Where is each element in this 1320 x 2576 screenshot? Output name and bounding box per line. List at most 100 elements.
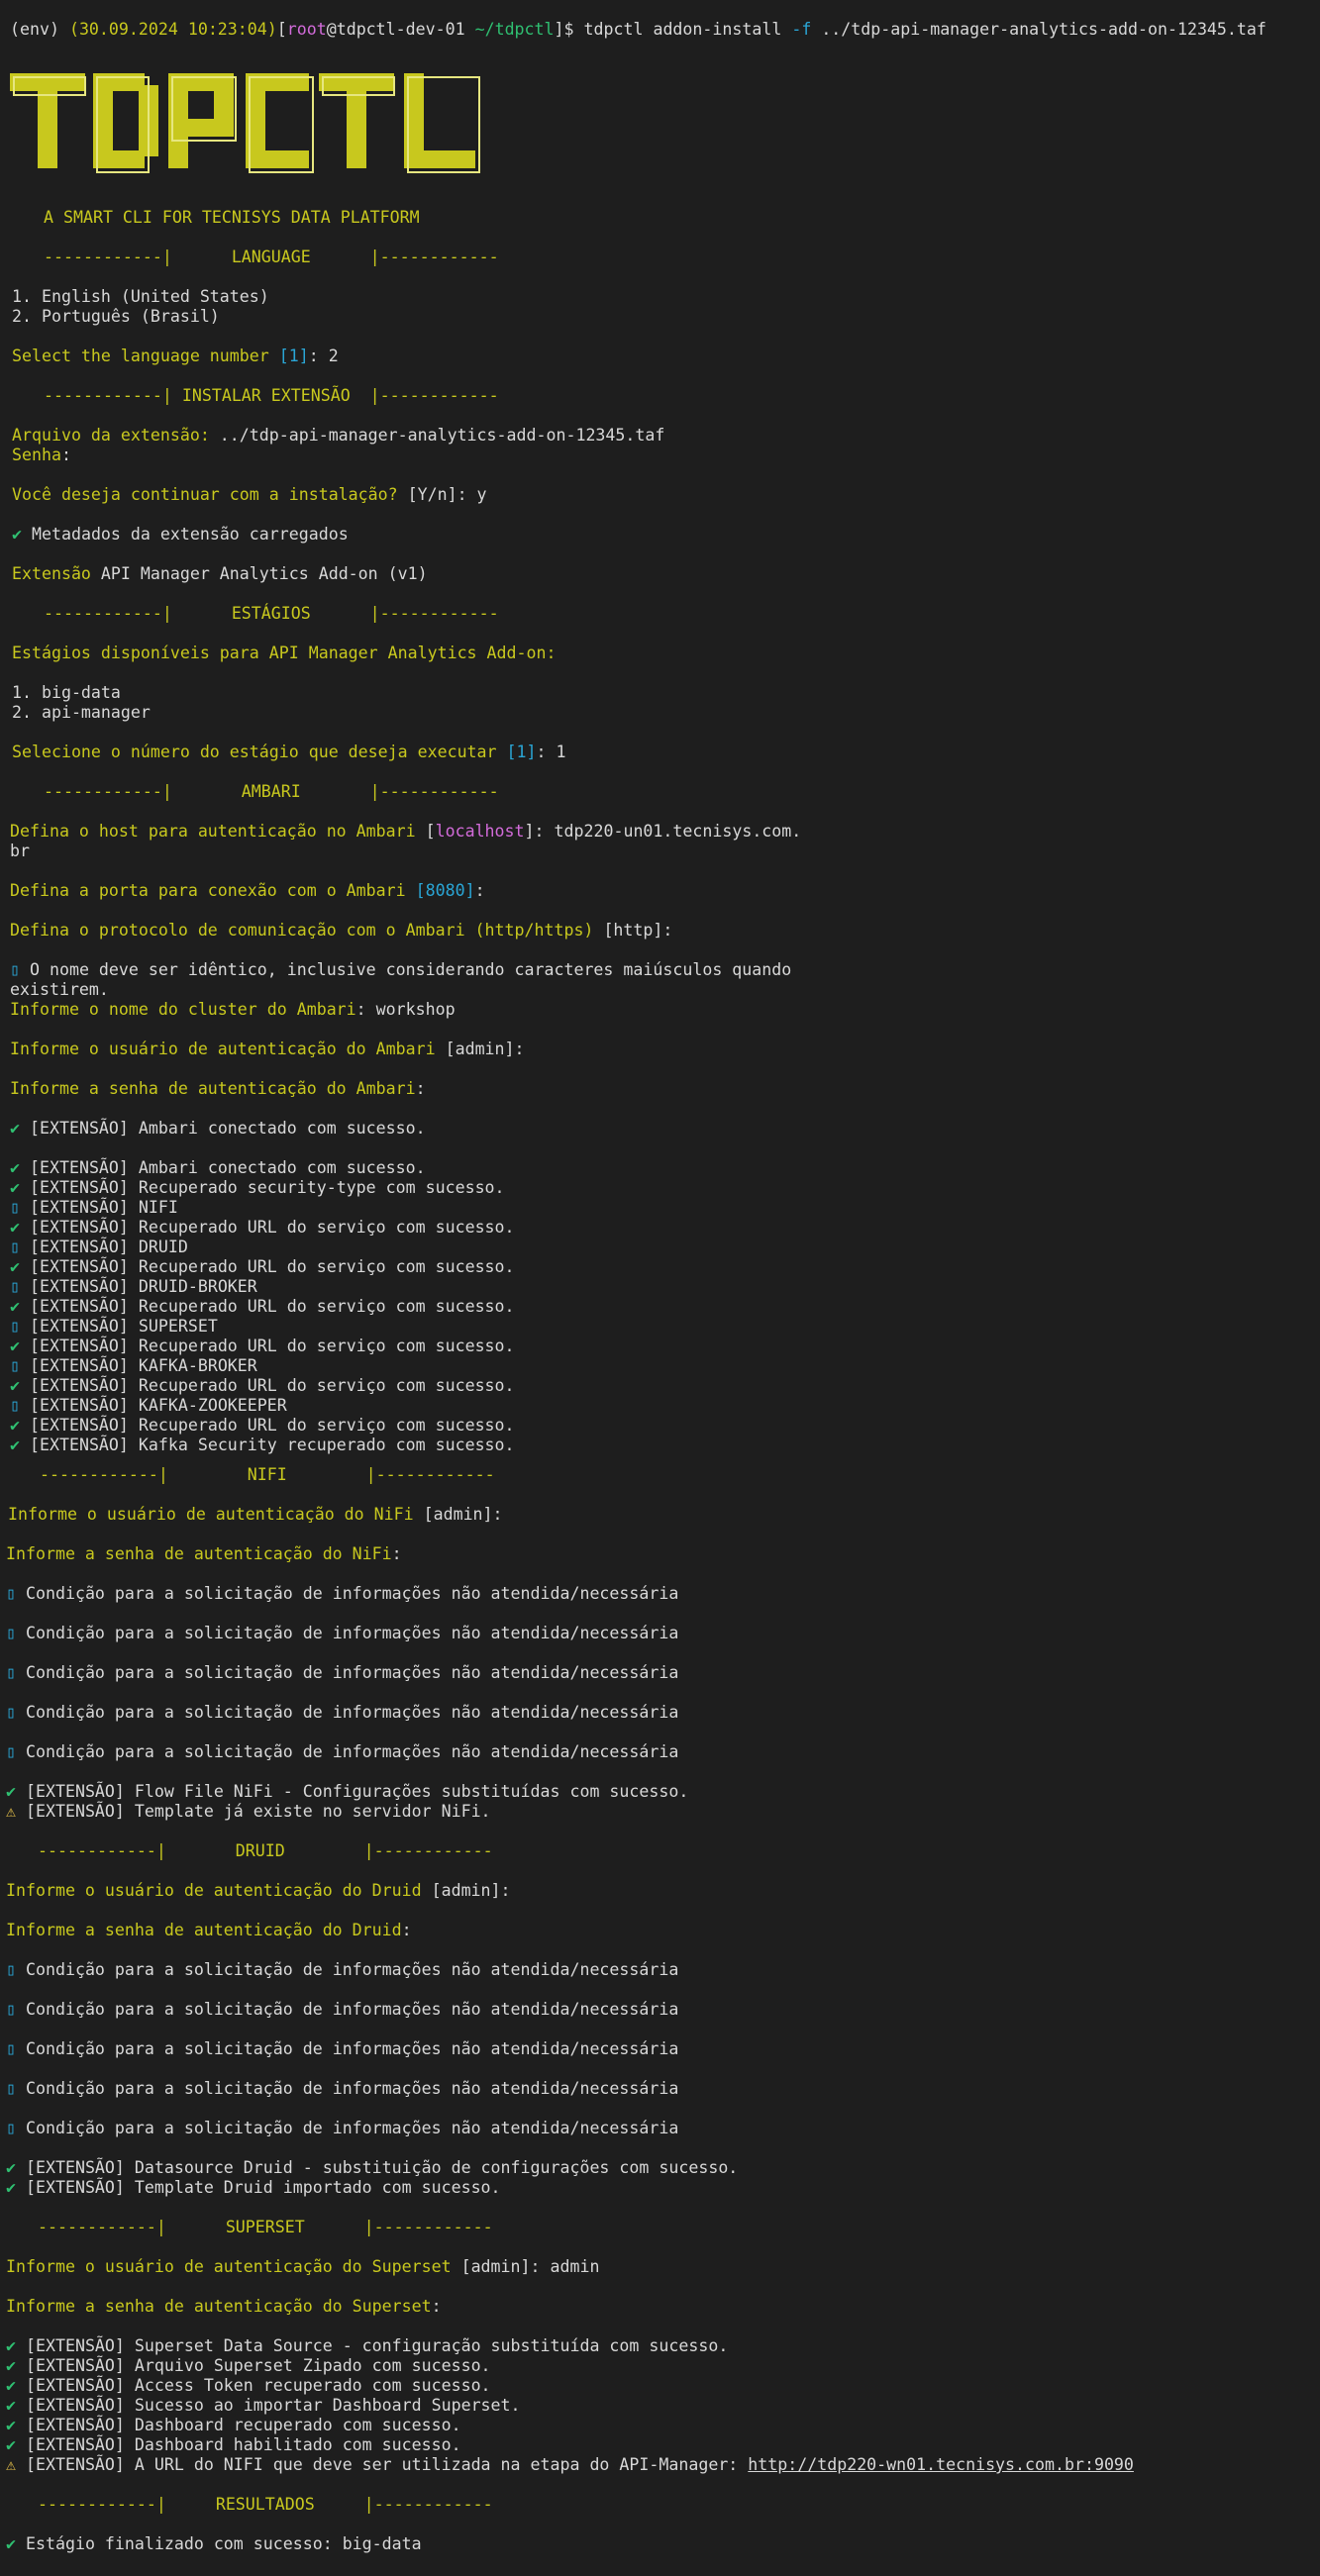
check-icon: ✔ xyxy=(6,2416,16,2434)
check-icon: ✔ xyxy=(12,525,22,544)
language-option: 1. English (United States) xyxy=(12,287,269,306)
info-icon: ▯ xyxy=(6,1960,16,1979)
check-icon: ✔ xyxy=(10,1416,20,1435)
ambari-log-line: ▯ [EXTENSÃO] NIFI xyxy=(10,1198,178,1217)
check-icon: ✔ xyxy=(6,1782,16,1801)
stage-option: 1. big-data xyxy=(12,683,121,702)
info-icon: ▯ xyxy=(6,1584,16,1603)
superset-url-line: ⚠ [EXTENSÃO] A URL do NIFI que deve ser … xyxy=(6,2455,1134,2474)
ambari-note-wrap: existirem. xyxy=(10,980,109,999)
druid-log-line: ✔ [EXTENSÃO] Datasource Druid - substitu… xyxy=(6,2158,739,2177)
info-icon: ▯ xyxy=(10,1198,20,1217)
ambari-log-line: ✔ [EXTENSÃO] Recuperado URL do serviço c… xyxy=(10,1297,515,1316)
info-icon: ▯ xyxy=(10,960,20,979)
druid-condition-line: ▯ Condição para a solicitação de informa… xyxy=(6,2000,679,2019)
nifi-condition-line: ▯ Condição para a solicitação de informa… xyxy=(6,1663,679,1682)
terminal-window: (env) (30.09.2024 10:23:04)[root@tdpctl-… xyxy=(0,0,1320,2576)
ambari-log-line: ✔ [EXTENSÃO] Recuperado URL do serviço c… xyxy=(10,1416,515,1435)
check-icon: ✔ xyxy=(10,1158,20,1177)
ambari-log-line: ▯ [EXTENSÃO] KAFKA-BROKER xyxy=(10,1356,257,1375)
ambari-log-line: ▯ [EXTENSÃO] DRUID xyxy=(10,1238,188,1256)
druid-condition-line: ▯ Condição para a solicitação de informa… xyxy=(6,2079,679,2098)
warning-icon: ⚠ xyxy=(6,1802,16,1821)
info-icon: ▯ xyxy=(10,1396,20,1415)
ambari-log-line: ▯ [EXTENSÃO] DRUID-BROKER xyxy=(10,1277,257,1296)
ambari-log-line: ✔ [EXTENSÃO] Recuperado URL do serviço c… xyxy=(10,1257,515,1276)
check-icon: ✔ xyxy=(6,2356,16,2375)
nifi-password-line: Informe a senha de autenticação do NiFi: xyxy=(6,1544,402,1563)
druid-condition-line: ▯ Condição para a solicitação de informa… xyxy=(6,2119,679,2137)
section-druid: ------------| DRUID |------------ xyxy=(38,1841,493,1860)
check-icon: ✔ xyxy=(6,2158,16,2177)
nifi-template-line: ⚠ [EXTENSÃO] Template já existe no servi… xyxy=(6,1802,491,1821)
druid-log-line: ✔ [EXTENSÃO] Template Druid importado co… xyxy=(6,2178,501,2197)
tdpctl-logo xyxy=(10,67,505,184)
section-language: ------------| LANGUAGE |------------ xyxy=(44,248,499,266)
ambari-cluster-line: Informe o nome do cluster do Ambari: wor… xyxy=(10,1000,456,1019)
section-ambari: ------------| AMBARI |------------ xyxy=(44,782,499,801)
check-icon: ✔ xyxy=(10,1218,20,1237)
metadata-line: ✔ Metadados da extensão carregados xyxy=(12,525,349,544)
superset-log-line: ✔ [EXTENSÃO] Sucesso ao importar Dashboa… xyxy=(6,2396,521,2415)
info-icon: ▯ xyxy=(6,1742,16,1761)
ambari-log-line: ✔ [EXTENSÃO] Kafka Security recuperado c… xyxy=(10,1436,515,1454)
info-icon: ▯ xyxy=(6,1624,16,1642)
info-icon: ▯ xyxy=(6,1663,16,1682)
stage-prompt: Selecione o número do estágio que deseja… xyxy=(12,743,566,761)
info-icon: ▯ xyxy=(6,2119,16,2137)
tagline: A SMART CLI FOR TECNISYS DATA PLATFORM xyxy=(44,208,420,227)
confirm-line: Você deseja continuar com a instalação? … xyxy=(12,485,487,504)
ambari-port-line: Defina a porta para conexão com o Ambari… xyxy=(10,881,485,900)
nifi-condition-line: ▯ Condição para a solicitação de informa… xyxy=(6,1742,679,1761)
nifi-user-line: Informe o usuário de autenticação do NiF… xyxy=(8,1505,503,1524)
info-icon: ▯ xyxy=(6,2039,16,2058)
check-icon: ✔ xyxy=(10,1119,20,1138)
nifi-flow-line: ✔ [EXTENSÃO] Flow File NiFi - Configuraç… xyxy=(6,1782,689,1801)
check-icon: ✔ xyxy=(10,1257,20,1276)
warning-icon: ⚠ xyxy=(6,2455,16,2474)
ambari-protocol-line: Defina o protocolo de comunicação com o … xyxy=(10,921,673,940)
section-nifi: ------------| NIFI |------------ xyxy=(40,1465,495,1484)
check-icon: ✔ xyxy=(6,2178,16,2197)
druid-password-line: Informe a senha de autenticação do Druid… xyxy=(6,1921,412,1939)
nifi-condition-line: ▯ Condição para a solicitação de informa… xyxy=(6,1624,679,1642)
info-icon: ▯ xyxy=(6,2000,16,2019)
ambari-log-line: ✔ [EXTENSÃO] Recuperado URL do serviço c… xyxy=(10,1337,515,1355)
druid-user-line: Informe o usuário de autenticação do Dru… xyxy=(6,1881,511,1900)
ambari-connected-line: ✔ [EXTENSÃO] Ambari conectado com sucess… xyxy=(10,1119,426,1138)
check-icon: ✔ xyxy=(6,2396,16,2415)
ambari-log-line: ✔ [EXTENSÃO] Recuperado URL do serviço c… xyxy=(10,1376,515,1395)
ambari-log-line: ▯ [EXTENSÃO] SUPERSET xyxy=(10,1317,218,1336)
ambari-user-line: Informe o usuário de autenticação do Amb… xyxy=(10,1040,525,1058)
stages-title: Estágios disponíveis para API Manager An… xyxy=(12,644,557,662)
druid-condition-line: ▯ Condição para a solicitação de informa… xyxy=(6,2039,679,2058)
language-prompt: Select the language number [1]: 2 xyxy=(12,347,339,365)
check-icon: ✔ xyxy=(10,1337,20,1355)
nifi-condition-line: ▯ Condição para a solicitação de informa… xyxy=(6,1584,679,1603)
info-icon: ▯ xyxy=(6,1703,16,1722)
stage-option: 2. api-manager xyxy=(12,703,151,722)
nifi-url-link[interactable]: http://tdp220-wn01.tecnisys.com.br:9090 xyxy=(748,2455,1134,2474)
ambari-log-line: ✔ [EXTENSÃO] Recuperado URL do serviço c… xyxy=(10,1218,515,1237)
extension-line: Extensão API Manager Analytics Add-on (v… xyxy=(12,564,428,583)
check-icon: ✔ xyxy=(10,1297,20,1316)
check-icon: ✔ xyxy=(10,1376,20,1395)
info-icon: ▯ xyxy=(10,1277,20,1296)
info-icon: ▯ xyxy=(10,1317,20,1336)
superset-log-line: ✔ [EXTENSÃO] Arquivo Superset Zipado com… xyxy=(6,2356,491,2375)
ambari-log-line: ✔ [EXTENSÃO] Ambari conectado com sucess… xyxy=(10,1158,426,1177)
language-option: 2. Português (Brasil) xyxy=(12,307,220,326)
password-line: Senha: xyxy=(12,446,71,464)
superset-log-line: ✔ [EXTENSÃO] Dashboard habilitado com su… xyxy=(6,2435,461,2454)
command-line: (env) (30.09.2024 10:23:04)[root@tdpctl-… xyxy=(10,20,1267,39)
superset-log-line: ✔ [EXTENSÃO] Access Token recuperado com… xyxy=(6,2376,491,2395)
check-icon: ✔ xyxy=(6,2336,16,2355)
check-icon: ✔ xyxy=(6,2376,16,2395)
check-icon: ✔ xyxy=(6,2435,16,2454)
ambari-note: ▯ O nome deve ser idêntico, inclusive co… xyxy=(10,960,792,979)
superset-log-line: ✔ [EXTENSÃO] Dashboard recuperado com su… xyxy=(6,2416,461,2434)
info-icon: ▯ xyxy=(10,1356,20,1375)
section-estagios: ------------| ESTÁGIOS |------------ xyxy=(44,604,499,623)
result-line: ✔ Estágio finalizado com sucesso: big-da… xyxy=(6,2534,422,2553)
ambari-host-wrap: br xyxy=(10,842,30,860)
